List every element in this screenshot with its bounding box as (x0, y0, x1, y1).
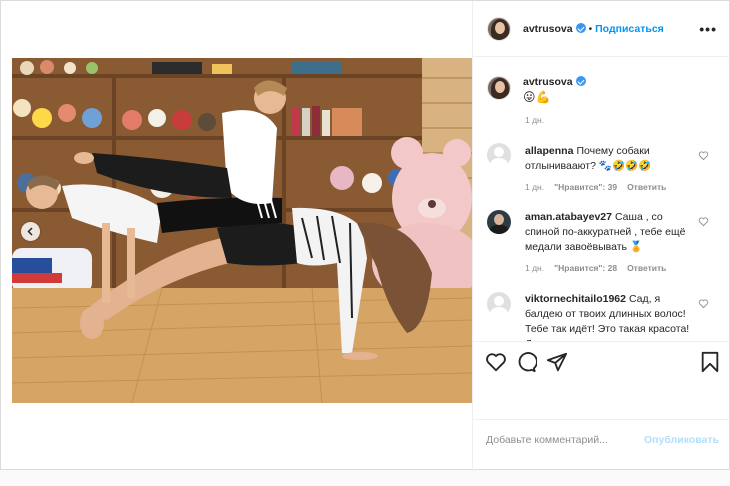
verified-badge-icon (575, 76, 586, 86)
commenter-avatar[interactable] (487, 143, 511, 167)
post-photo[interactable] (12, 58, 472, 403)
comment-likes-count[interactable]: "Нравится": 28 (554, 263, 617, 273)
comment-timestamp[interactable]: 1 дн. (525, 182, 544, 192)
verified-badge-icon (575, 23, 586, 33)
reply-button[interactable]: Ответить (627, 263, 666, 273)
comment-timestamp[interactable]: 1 дн. (525, 263, 544, 273)
caption-timestamp[interactable]: 1 дн. (525, 115, 544, 125)
caption-username[interactable]: avtrusova (523, 76, 573, 88)
comment-username[interactable]: aman.atabayev27 (525, 211, 612, 223)
caption-text: 😛💪 (523, 90, 551, 104)
comment-meta: 1 дн. "Нравится": 39 Ответить (525, 182, 676, 192)
publish-button[interactable]: Опубликовать (644, 434, 719, 446)
comment-text: viktornechitailo1962 Сад, я балдею от тво… (525, 292, 695, 341)
author-avatar[interactable] (487, 76, 511, 100)
comment-like-heart-icon[interactable] (698, 150, 709, 161)
commenter-avatar[interactable] (487, 210, 511, 234)
previous-slide-button[interactable] (21, 222, 40, 241)
comment-like-heart-icon[interactable] (698, 298, 709, 309)
post-card: avtrusova • Подписаться ••• avtrusova 😛💪 1… (0, 0, 730, 471)
comment-icon[interactable] (515, 351, 537, 373)
more-options-icon[interactable]: ••• (699, 21, 717, 37)
post-author: avtrusova • Подписаться (523, 23, 664, 35)
comment-input[interactable]: Добавьте комментарий... (486, 434, 608, 446)
share-icon[interactable] (546, 351, 568, 373)
chevron-left-icon (27, 227, 33, 236)
comment-like-heart-icon[interactable] (698, 216, 709, 227)
comment-text: aman.atabayev27 Саша , со спиной по-аккур… (525, 210, 695, 255)
post-header: avtrusova • Подписаться ••• (473, 1, 730, 57)
author-avatar[interactable] (487, 17, 511, 41)
author-username[interactable]: avtrusova (523, 23, 573, 35)
post-side-panel: avtrusova • Подписаться ••• avtrusova 😛💪 1… (472, 1, 730, 471)
follow-button[interactable]: Подписаться (595, 23, 664, 35)
separator-dot: • (588, 24, 593, 35)
comment-meta: 1 дн. "Нравится": 28 Ответить (525, 263, 676, 273)
bookmark-icon[interactable] (699, 351, 721, 373)
reply-button[interactable]: Ответить (627, 182, 666, 192)
comment-composer: Добавьте комментарий... Опубликовать (473, 419, 730, 459)
comment-username[interactable]: viktornechitailo1962 (525, 293, 626, 305)
comment-username[interactable]: allapenna (525, 145, 573, 157)
comment-text: allapenna Почему собаки отлыниваают? 🐾🤣🤣🤣 (525, 144, 695, 174)
comments-list[interactable]: avtrusova 😛💪 1 дн. allapenna Почему собак… (473, 58, 730, 341)
post-actions-bar (473, 341, 730, 381)
comment-likes-count[interactable]: "Нравится": 39 (554, 182, 617, 192)
caption-author: avtrusova (523, 76, 586, 88)
heart-icon[interactable] (485, 351, 507, 373)
commenter-avatar[interactable] (487, 292, 511, 316)
post-image (12, 58, 472, 403)
